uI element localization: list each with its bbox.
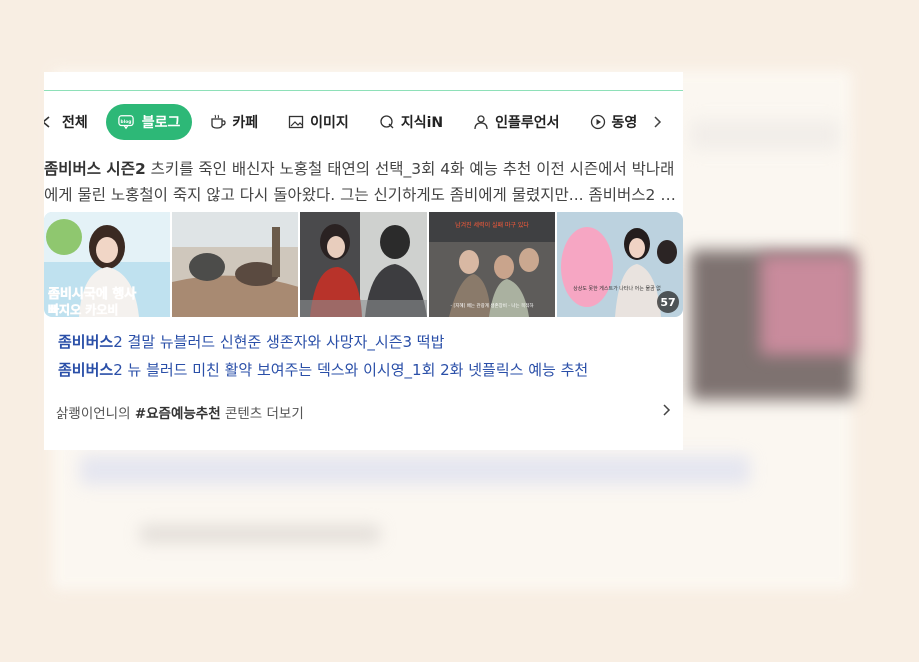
tab-kin-label: 지식iN	[400, 115, 444, 131]
result-title-keyword: 좀비버스 시즌2	[44, 160, 146, 178]
related-link-1-keyword: 좀비버스	[58, 333, 114, 351]
tab-kin[interactable]: 지식iN	[379, 104, 443, 140]
search-result-card: 전체 blog 블로그 카페 이미지 지식iN 인플루언서 동영 좀비버스 시즌…	[44, 72, 683, 450]
tab-video-label: 동영	[611, 115, 638, 131]
thumbnail-1-caption-2: 빠지오 카오비	[48, 302, 118, 317]
tab-cafe[interactable]: 카페	[210, 104, 258, 140]
thumbnail-4-caption-bottom: - [지혜] 배는 관광계 생존장비 - 나는 목적하	[450, 302, 534, 309]
tab-image[interactable]: 이미지	[288, 104, 349, 140]
thumbnail-1-caption-1: 좀비시국에 행사	[48, 286, 136, 302]
background-text-blur-2	[140, 525, 380, 543]
more-suffix: 콘텐츠 더보기	[220, 406, 304, 422]
tab-influencer[interactable]: 인플루언서	[473, 104, 560, 140]
thumbnail-5-caption: 상상도 못한 게스트가 나타나 어는 물곰 없	[573, 285, 661, 292]
thumbnail-4-caption-top: 남겨진 세력이 실패 마구 있다	[455, 221, 529, 229]
thumbnail-2[interactable]	[172, 212, 299, 317]
more-contents-label: 삵쾡이언니의 #요즘예능추천 콘텐츠 더보기	[56, 402, 304, 422]
tabs-next-button[interactable]	[649, 104, 671, 140]
related-link-2-text: 2 뉴 블러드 미친 활약 보여주는 덱스와 이시영_1회 2화 넷플릭스 예능…	[113, 361, 589, 379]
thumbnail-1[interactable]: 좀비시국에 행사 빠지오 카오비	[44, 212, 171, 317]
tab-image-label: 이미지	[310, 115, 349, 131]
grid-icon	[44, 114, 56, 130]
blog-icon: blog	[118, 114, 134, 130]
background-text-blur	[80, 455, 750, 485]
tab-all[interactable]: 전체	[44, 104, 88, 140]
kin-icon	[379, 114, 395, 130]
more-hashtag: #요즘예능추천	[134, 406, 221, 422]
thumbnail-5[interactable]: 상상도 못한 게스트가 나타나 어는 물곰 없 57	[556, 212, 683, 317]
more-prefix: 삵쾡이언니의	[56, 406, 135, 422]
thumbnail-3[interactable]	[300, 212, 427, 317]
result-snippet[interactable]: 좀비버스 시즌2 츠키를 죽인 배신자 노홍철 태연의 선택_3회 4화 예능 …	[44, 156, 680, 208]
related-link-2-keyword: 좀비버스	[58, 361, 114, 379]
tab-blog-label: 블로그	[141, 115, 181, 131]
blog-icon-text: blog	[120, 119, 131, 125]
chevron-right-icon	[649, 114, 665, 130]
tab-blog[interactable]: blog 블로그	[105, 104, 193, 140]
search-tabs: 전체 blog 블로그 카페 이미지 지식iN 인플루언서 동영	[44, 104, 683, 140]
tab-cafe-label: 카페	[232, 115, 259, 131]
person-icon	[473, 114, 489, 130]
related-link-1-text: 2 결말 뉴블러드 신현준 생존자와 사망자_시즌3 떡밥	[113, 333, 445, 351]
related-link-1[interactable]: 좀비버스2 결말 뉴블러드 신현준 생존자와 사망자_시즌3 떡밥	[58, 328, 678, 356]
thumbnail-4[interactable]: 남겨진 세력이 실패 마구 있다 - [지혜] 배는 관광계 생존장비 - 나는…	[428, 212, 555, 317]
background-tab-blur	[690, 120, 840, 150]
image-icon	[288, 114, 304, 130]
play-icon	[590, 114, 606, 130]
more-contents-link[interactable]: 삵쾡이언니의 #요즘예능추천 콘텐츠 더보기	[56, 400, 671, 424]
background-image-blur-2	[760, 255, 855, 355]
tab-all-label: 전체	[62, 115, 88, 131]
tab-video[interactable]: 동영	[590, 104, 638, 140]
thumbnail-strip: 좀비시국에 행사 빠지오 카오비 남겨진 세력이 실패 마구 있다 - [지혜]…	[44, 212, 683, 317]
related-link-2[interactable]: 좀비버스2 뉴 블러드 미친 활약 보여주는 덱스와 이시영_1회 2화 넷플릭…	[58, 356, 678, 384]
tab-influencer-label: 인플루언서	[495, 115, 560, 131]
cafe-cup-icon	[210, 114, 227, 130]
chevron-right-icon	[661, 403, 671, 421]
more-count-badge: 57	[657, 291, 680, 313]
divider	[44, 90, 683, 91]
related-links: 좀비버스2 결말 뉴블러드 신현준 생존자와 사망자_시즌3 떡밥 좀비버스2 …	[58, 328, 678, 384]
